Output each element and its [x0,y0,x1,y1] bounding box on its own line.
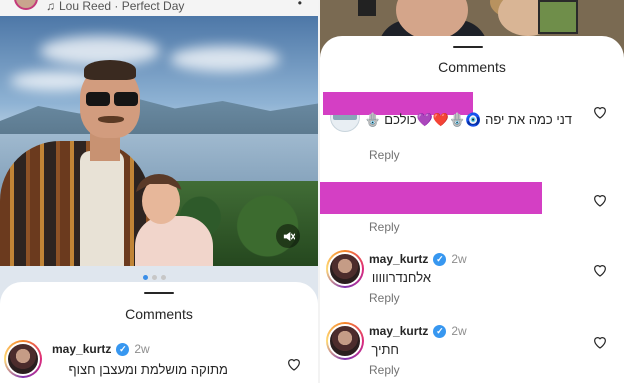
comment-header: may_kurtz ✓ 2w [369,324,467,338]
comments-title: Comments [438,59,506,75]
photo-man-hair [84,60,136,80]
like-heart-icon[interactable] [592,262,608,278]
post-header: ♫ Lou Reed · Perfect Day • [0,0,318,16]
video-wall-art [538,0,578,34]
commenter-username[interactable]: may_kurtz [369,252,428,266]
reply-button[interactable]: Reply [369,363,400,377]
comment-item: דני כמה את יפה 🧿🪬❤️💜כולכם 🪬 Reply [320,92,624,162]
post-photo[interactable] [0,16,318,266]
carousel-indicator [143,275,166,280]
comment-item: may_kurtz ✓ 2w מתוקה מושלמת ומעצבן חצוף [0,340,318,383]
screenshot-composite: ♫ Lou Reed · Perfect Day • Comments may_… [0,0,624,383]
like-heart-icon[interactable] [592,334,608,350]
comment-item: may_kurtz ✓ 2w חתיך Reply [320,322,624,382]
commenter-avatar[interactable] [326,250,364,288]
like-heart-icon[interactable] [592,192,608,208]
comments-sheet: Comments דני כמה את יפה 🧿🪬❤️💜כולכם 🪬 Rep… [320,36,624,383]
commenter-username[interactable]: may_kurtz [52,342,111,356]
carousel-dot[interactable] [161,275,166,280]
comments-title: Comments [125,306,193,322]
comment-header: may_kurtz ✓ 2w [369,252,467,266]
comment-text: חתיך [371,342,399,357]
sheet-drag-handle[interactable] [144,292,174,294]
photo-sunglasses [86,92,138,106]
carousel-dot-active[interactable] [143,275,148,280]
commenter-username[interactable]: may_kurtz [369,324,428,338]
video-background-speaker [358,0,376,16]
mute-icon[interactable] [276,224,300,248]
reply-button[interactable]: Reply [369,148,400,162]
reply-button[interactable]: Reply [369,291,400,305]
comment-time: 2w [134,342,150,356]
redacted-comment [320,182,542,214]
carousel-dot[interactable] [152,275,157,280]
left-post-panel: ♫ Lou Reed · Perfect Day • Comments may_… [0,0,318,383]
panel-divider [318,0,320,383]
verified-badge-icon: ✓ [433,252,447,266]
comment-text: דני כמה את יפה 🧿🪬❤️💜כולכם 🪬 [364,112,572,127]
sheet-drag-handle[interactable] [453,46,483,48]
comment-text: אלחנדרווווו [371,270,431,285]
photo-man-shirt [80,151,124,266]
comment-time: 2w [451,324,467,338]
comment-header: may_kurtz ✓ 2w [52,342,150,356]
like-heart-icon[interactable] [592,104,608,120]
comment-item: Reply [320,182,624,242]
reply-button[interactable]: Reply [369,220,400,234]
more-options-icon[interactable]: • [298,0,302,10]
author-avatar[interactable] [14,0,38,10]
photo-girl-body [135,216,213,266]
music-attribution[interactable]: ♫ Lou Reed · Perfect Day [46,0,184,12]
comment-time: 2w [451,252,467,266]
music-label: Lou Reed · Perfect Day [59,0,185,13]
commenter-avatar[interactable] [326,322,364,360]
commenter-avatar[interactable] [4,340,42,378]
comment-item: may_kurtz ✓ 2w אלחנדרווווו Reply [320,250,624,310]
comment-text: מתוקה מושלמת ומעצבן חצוף [68,362,228,377]
music-note-icon: ♫ [46,0,55,13]
comments-sheet: Comments may_kurtz ✓ 2w מתוקה מושלמת ומע… [0,282,318,383]
verified-badge-icon: ✓ [433,324,447,338]
photo-cloud [170,46,280,72]
photo-man-jacket [0,141,150,266]
photo-mustache [98,116,124,123]
like-heart-icon[interactable] [286,356,302,372]
verified-badge-icon: ✓ [116,342,130,356]
